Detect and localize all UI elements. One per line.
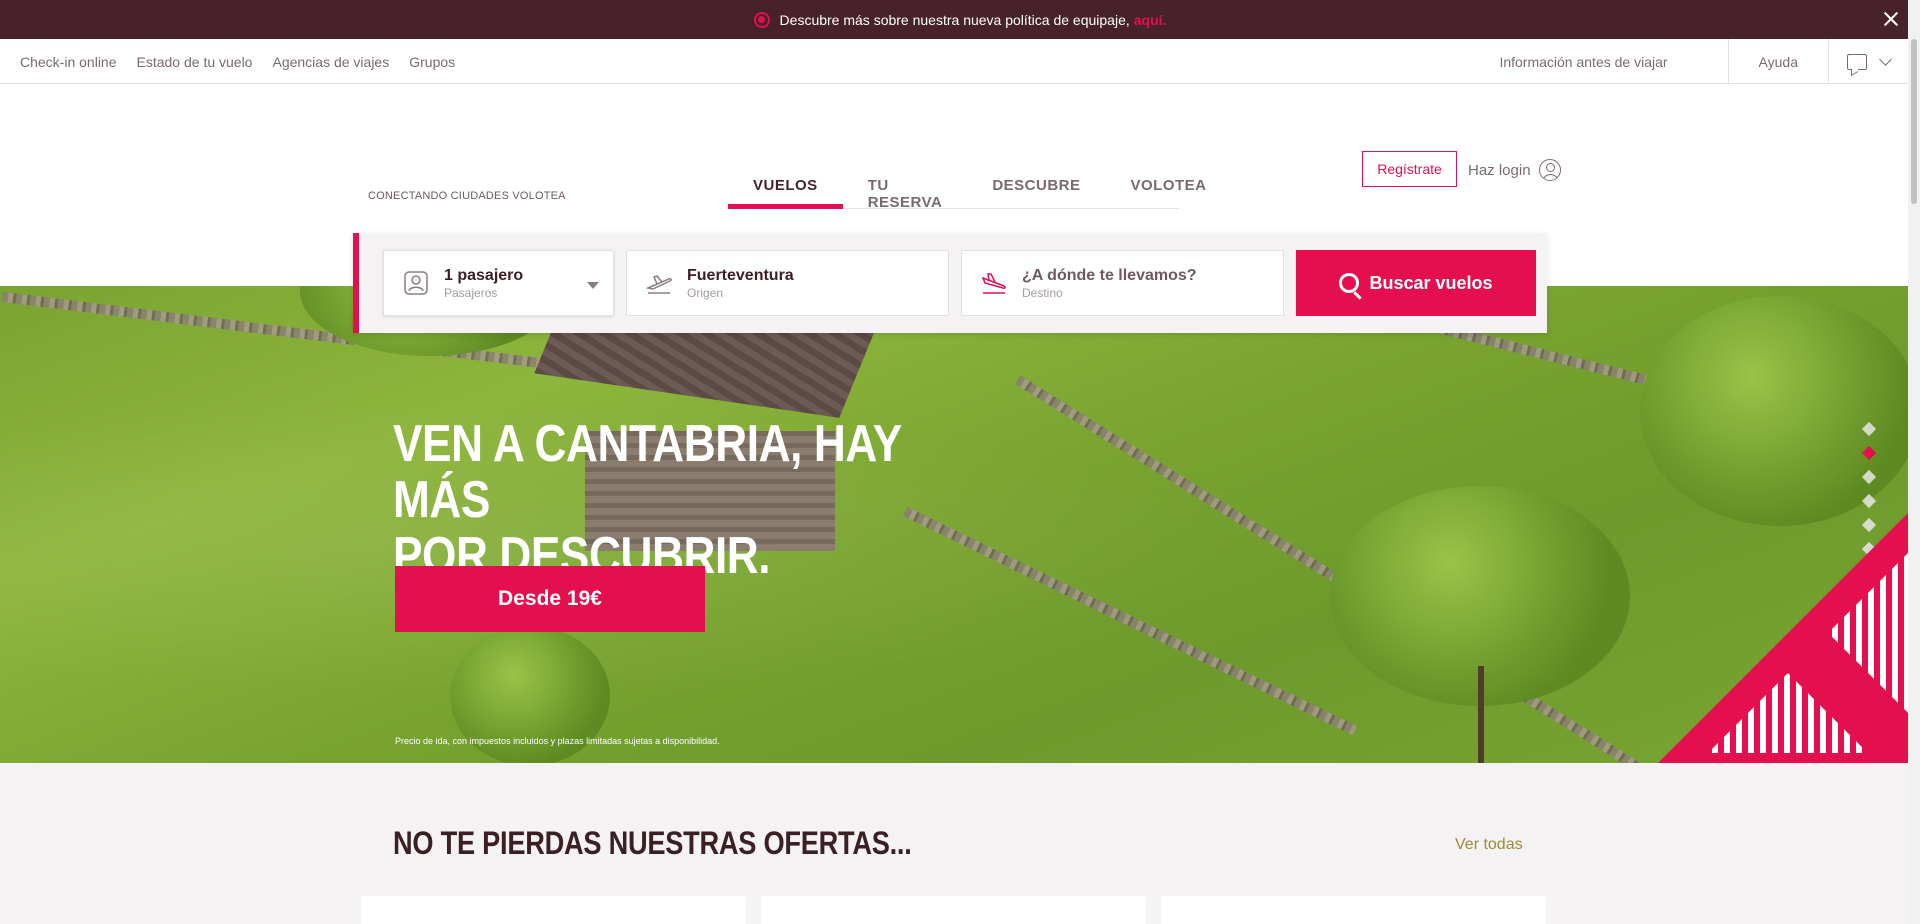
offer-card[interactable] <box>761 896 1146 924</box>
passengers-label: Pasajeros <box>444 285 498 300</box>
passengers-text: 1 pasajero Pasajeros <box>444 267 523 300</box>
login-link[interactable]: Haz login <box>1468 157 1561 183</box>
utility-link-flight-status[interactable]: Estado de tu vuelo <box>137 54 253 70</box>
origin-label: Origen <box>687 285 724 300</box>
main-nav: VUELOS TU RESERVA DESCUBRE VOLOTEA <box>728 168 1206 211</box>
register-button[interactable]: Regístrate <box>1362 151 1457 187</box>
carousel-dot[interactable] <box>1861 421 1877 437</box>
price-cta-button[interactable]: Desde 19€ <box>395 566 705 632</box>
utility-link-groups[interactable]: Grupos <box>409 54 455 70</box>
help-link[interactable]: Ayuda <box>1727 39 1828 84</box>
brand-pattern-graphic <box>1658 513 1908 763</box>
search-flights-button[interactable]: Buscar vuelos <box>1296 250 1536 316</box>
passengers-value: 1 pasajero <box>444 266 524 284</box>
hero-title: VEN A CANTABRIA, HAY MÁS POR DESCUBRIR. <box>393 416 920 584</box>
scrollbar-thumb[interactable] <box>1911 39 1917 204</box>
login-label: Haz login <box>1468 161 1531 179</box>
chat-icon <box>1847 53 1867 70</box>
flight-search-panel: 1 pasajero Pasajeros Fuerteventura Orige… <box>353 233 1547 333</box>
tab-flights[interactable]: VUELOS <box>728 168 843 209</box>
announcement-text: Descubre más sobre nuestra nueva polític… <box>779 11 1130 28</box>
tab-discover[interactable]: DESCUBRE <box>967 168 1105 209</box>
carousel-dot[interactable] <box>1861 493 1877 509</box>
offer-card[interactable] <box>361 896 746 924</box>
carousel-dot-active[interactable] <box>1861 445 1877 461</box>
origin-value: Fuerteventura <box>687 266 794 284</box>
utility-bar: Check-in online Estado de tu vuelo Agenc… <box>0 39 1908 84</box>
tree-trunk <box>1478 666 1484 763</box>
price-disclaimer: Precio de ida, con impuestos incluidos y… <box>395 736 720 746</box>
hero-banner: VEN A CANTABRIA, HAY MÁS POR DESCUBRIR. … <box>0 286 1908 763</box>
close-icon[interactable] <box>1880 8 1902 30</box>
offer-card[interactable] <box>1161 896 1546 924</box>
tagline: CONECTANDO CIUDADES VOLOTEA <box>368 190 566 202</box>
destination-field[interactable]: ¿A dónde te llevamos? Destino <box>961 250 1284 316</box>
utility-right: Información antes de viajar Ayuda <box>1469 39 1908 84</box>
offers-title: NO TE PIERDAS NUESTRAS OFERTAS... <box>393 825 912 861</box>
destination-placeholder: ¿A dónde te llevamos? <box>1022 266 1197 284</box>
stone-wall <box>903 506 1357 736</box>
utility-link-agencies[interactable]: Agencias de viajes <box>272 54 389 70</box>
chat-menu[interactable] <box>1828 39 1908 84</box>
record-icon <box>753 11 770 28</box>
chevron-down-icon <box>1879 52 1892 66</box>
destination-text: ¿A dónde te llevamos? Destino <box>1022 267 1197 300</box>
destination-label: Destino <box>1022 285 1063 300</box>
origin-field[interactable]: Fuerteventura Origen <box>626 250 949 316</box>
tab-booking[interactable]: TU RESERVA <box>843 168 968 211</box>
tab-volotea[interactable]: VOLOTEA <box>1106 168 1232 209</box>
page-scrollbar[interactable] <box>1908 0 1920 924</box>
passenger-icon <box>404 271 428 295</box>
takeoff-icon <box>645 275 672 294</box>
utility-links: Check-in online Estado de tu vuelo Agenc… <box>20 39 455 84</box>
offers-section: NO TE PIERDAS NUESTRAS OFERTAS... Ver to… <box>0 763 1908 924</box>
search-button-label: Buscar vuelos <box>1369 272 1493 293</box>
landing-icon <box>981 273 1006 294</box>
utility-link-checkin[interactable]: Check-in online <box>20 54 117 70</box>
caret-down-icon <box>587 282 599 289</box>
search-icon <box>1339 273 1360 293</box>
user-icon <box>1538 159 1561 181</box>
announcement-link[interactable]: aquí. <box>1134 12 1167 28</box>
carousel-dot[interactable] <box>1861 469 1877 485</box>
passengers-selector[interactable]: 1 pasajero Pasajeros <box>383 250 614 316</box>
announcement-bar: Descubre más sobre nuestra nueva polític… <box>0 0 1920 39</box>
origin-text: Fuerteventura Origen <box>687 267 794 300</box>
hero-title-line1: VEN A CANTABRIA, HAY MÁS <box>393 415 902 529</box>
travel-info-link[interactable]: Información antes de viajar <box>1469 39 1727 84</box>
see-all-link[interactable]: Ver todas <box>1455 836 1523 854</box>
